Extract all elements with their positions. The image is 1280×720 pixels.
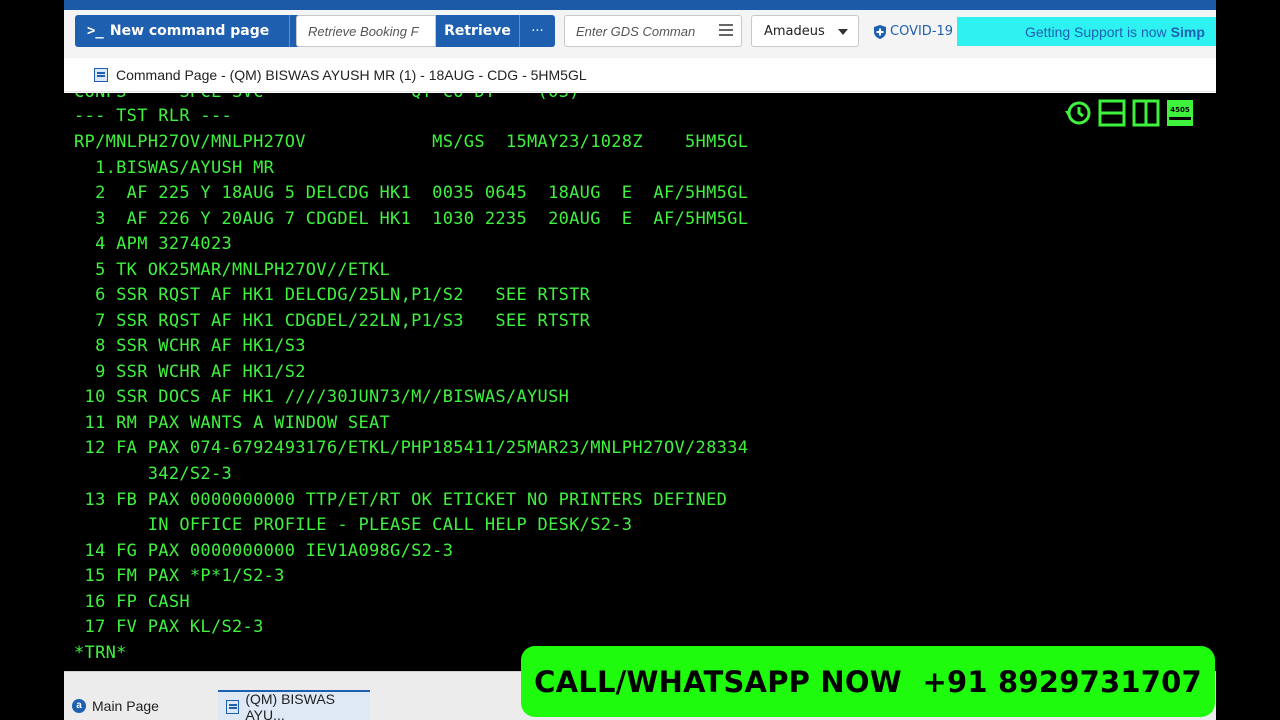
terminal-line: IN OFFICE PROFILE - PLEASE CALL HELP DES… [74,515,633,535]
terminal-line: 16 FP CASH [74,592,190,612]
more-options-button[interactable]: ··· [519,15,555,47]
terminal-line: RP/MNLPH27OV/MNLPH27OV MS/GS 15MAY23/102… [74,132,749,152]
terminal-toolbar: 4505 [1064,99,1194,127]
dropdown-arrow-icon [838,29,848,35]
terminal-line: 6 SSR RQST AF HK1 DELCDG/25LN,P1/S2 SEE … [74,285,591,305]
tab-main-page[interactable]: a Main Page [64,690,214,720]
new-command-page-button[interactable]: >_ New command page [75,15,289,47]
gds-command-input[interactable]: Enter GDS Comman [564,15,742,47]
terminal-line: 3 AF 226 Y 20AUG 7 CDGDEL HK1 1030 2235 … [74,209,749,229]
terminal-line: 342/S2-3 [74,464,233,484]
terminal-line: 2 AF 225 Y 18AUG 5 DELCDG HK1 0035 0645 … [74,183,749,203]
amadeus-window: >_ New command page ⌵ Retrieve Booking F… [64,0,1216,720]
covid-label: COVID-19 [890,24,954,39]
terminal-line: 5 TK OK25MAR/MNLPH27OV//ETKL [74,260,391,280]
tab-command-page-label: (QM) BISWAS AYU... [245,690,336,720]
split-horizontal-icon[interactable] [1098,99,1126,127]
terminal-line: *TRN* [74,643,127,663]
shield-icon [874,24,886,39]
covid-link[interactable]: COVID-19 [874,24,953,39]
terminal-prompt-icon: >_ [87,23,104,39]
terminal-line: 11 RM PAX WANTS A WINDOW SEAT [74,413,391,433]
promo-banner: CALL/WHATSAPP NOW +91 8929731707 [521,646,1215,717]
page-title-bar: Command Page - (QM) BISWAS AYUSH MR (1) … [64,58,1216,92]
gds-system-value: Amadeus [764,23,825,39]
list-icon[interactable] [719,24,733,36]
terminal-line: 14 FG PAX 0000000000 IEV1A098G/S2-3 [74,541,454,561]
new-command-page-label: New command page [109,23,270,39]
terminal-line: 7 SSR RQST AF HK1 CDGDEL/22LN,P1/S3 SEE … [74,311,591,331]
keyboard-layout-icon[interactable]: 4505 [1166,99,1194,127]
terminal-line: 17 FV PAX KL/S2-3 [74,617,264,637]
terminal-line: 10 SSR DOCS AF HK1 ////30JUN73/M//BISWAS… [74,387,570,407]
tab-command-page[interactable]: (QM) BISWAS AYU... [218,690,370,720]
retrieve-booking-input[interactable]: Retrieve Booking F [296,15,436,47]
terminal-line: CONFS SPCL SVC QT CO DT (03) [74,93,580,102]
tab-main-page-label: Main Page [92,697,159,714]
terminal-line: 12 FA PAX 074-6792493176/ETKL/PHP185411/… [74,438,749,458]
terminal-line: 4 APM 3274023 [74,234,233,254]
terminal-line: 8 SSR WCHR AF HK1/S3 [74,336,306,356]
terminal-screen[interactable]: CONFS SPCL SVC QT CO DT (03) --- TST RLR… [64,93,1216,671]
terminal-line: 9 SSR WCHR AF HK1/S2 [74,362,306,382]
retrieve-booking-placeholder: Retrieve Booking F [308,23,419,39]
icon-badge: 4505 [1170,106,1190,114]
history-icon[interactable] [1064,99,1092,127]
support-banner[interactable]: Getting Support is now Simp [957,17,1216,46]
gds-command-placeholder: Enter GDS Comman [576,23,696,39]
command-page-icon [226,699,240,714]
top-toolbar: >_ New command page ⌵ Retrieve Booking F… [64,0,1216,58]
amadeus-logo-icon: a [72,698,86,713]
page-title: Command Page - (QM) BISWAS AYUSH MR (1) … [116,66,587,83]
terminal-line: 1.BISWAS/AYUSH MR [74,158,275,178]
terminal-line: --- TST RLR --- [74,106,233,126]
retrieve-button[interactable]: Retrieve [436,15,519,47]
promo-text: CALL/WHATSAPP NOW +91 8929731707 [534,664,1202,699]
support-text: Getting Support is now [1025,23,1167,40]
terminal-line: 15 FM PAX *P*1/S2-3 [74,566,285,586]
support-text-bold: Simp [1170,23,1205,40]
split-vertical-icon[interactable] [1132,99,1160,127]
terminal-line: 13 FB PAX 0000000000 TTP/ET/RT OK ETICKE… [74,490,728,510]
command-page-icon [94,67,108,82]
gds-system-select[interactable]: Amadeus [751,15,859,47]
